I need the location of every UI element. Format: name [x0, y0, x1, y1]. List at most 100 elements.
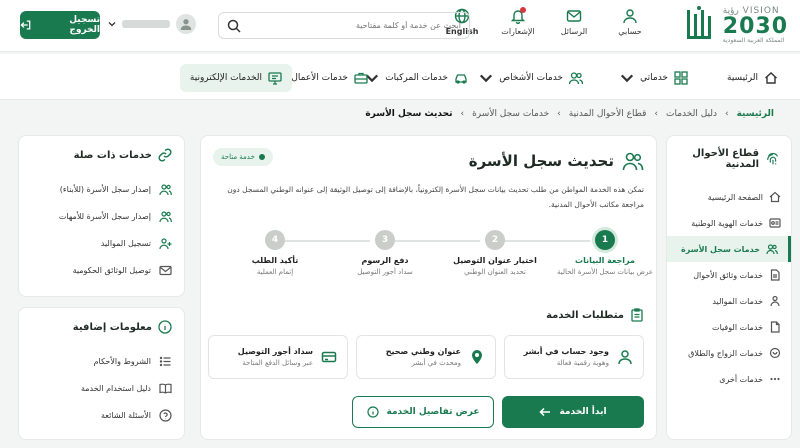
absher-logo[interactable]: VISION رؤية 2030 المملكة العربية السعودي… — [685, 6, 788, 44]
people-icon — [159, 211, 172, 223]
person-icon — [623, 9, 637, 24]
mail-icon — [159, 265, 172, 276]
service-description: تمكن هذه الخدمة المواطن من طلب تحديث بيا… — [227, 185, 644, 209]
sidebar-item-family-record[interactable]: خدمات سجل الأسرة — [667, 236, 791, 262]
info-item-terms[interactable]: الشروط والأحكام — [19, 348, 184, 375]
grid-icon — [674, 71, 688, 85]
fingerprint-icon — [767, 152, 778, 165]
info-icon — [366, 406, 379, 418]
link-icon — [158, 148, 172, 162]
chevron-down-icon — [621, 74, 634, 83]
breadcrumb-services-guide[interactable]: دليل الخدمات — [666, 109, 717, 119]
user-menu[interactable] — [108, 14, 196, 34]
step-review-data[interactable]: 1 مراجعة البيانات عرض بيانات سجل الأسرة … — [550, 230, 660, 276]
sidebar-item-marriage[interactable]: خدمات الزواج والطلاق — [667, 340, 791, 366]
step-pay-fees[interactable]: 3 دفع الرسوم سداد أجور التوصيل — [330, 230, 440, 276]
messages-button[interactable]: الرسائل — [554, 8, 594, 36]
requirement-absher-account: وجود حساب في أبشر وهوية رقمية فعالة — [504, 335, 644, 379]
chevron-down-icon — [480, 74, 493, 83]
related-item-children-record[interactable]: إصدار سجل الأسرة (للأبناء) — [19, 176, 184, 203]
requirement-delivery-fee: سداد أجور التوصيل عبر وسائل الدفع المتاح… — [208, 335, 348, 379]
user-avatar-icon — [180, 19, 192, 30]
chevron-left-icon: › — [654, 109, 659, 119]
additional-info-card: معلومات إضافية الشروط والأحكام دليل استخ… — [18, 307, 185, 440]
chevron-left-icon: › — [724, 109, 729, 119]
status-badge: خدمة متاحة — [213, 148, 273, 166]
info-item-faq[interactable]: الأسئلة الشائعة — [19, 402, 184, 429]
absher-mark-icon — [686, 6, 711, 39]
sidebar-item-other[interactable]: خدمات أخرى — [667, 366, 791, 392]
info-icon — [158, 320, 172, 334]
arrow-left-icon — [539, 407, 551, 417]
chevron-left-icon: › — [460, 109, 465, 119]
location-pin-icon — [472, 350, 482, 364]
step-confirm[interactable]: 4 تأكيد الطلب إتمام العملية — [220, 230, 330, 276]
person-icon — [618, 350, 632, 365]
requirement-national-address: عنوان وطني صحيح ومحدث في أبشر — [356, 335, 496, 379]
page-title: تحديث سجل الأسرة — [469, 150, 644, 172]
related-item-document-delivery[interactable]: توصيل الوثائق الحكومية — [19, 257, 184, 284]
view-details-button[interactable]: عرض تفاصيل الخدمة — [352, 396, 494, 428]
notification-dot — [520, 7, 526, 13]
sidebar-item-documents[interactable]: خدمات وثائق الأحوال — [667, 262, 791, 288]
breadcrumb: الرئيسية › دليل الخدمات › قطاع الأحوال ا… — [365, 109, 774, 119]
nav-vehicle-services[interactable]: خدمات المركبات — [365, 64, 468, 92]
related-item-mothers-record[interactable]: إصدار سجل الأسرة للأمهات — [19, 203, 184, 230]
search-icon[interactable] — [227, 19, 241, 33]
file-icon — [770, 321, 780, 333]
family-icon — [770, 295, 780, 307]
car-icon — [455, 74, 467, 84]
top-nav: حسابي الرسائل الإشعارات English — [442, 7, 650, 36]
sidebar-item-births[interactable]: خدمات المواليد — [667, 288, 791, 314]
logout-icon — [20, 20, 31, 30]
clipboard-icon — [631, 308, 643, 322]
chevron-left-icon: › — [557, 109, 561, 119]
mail-icon — [566, 10, 582, 22]
document-icon — [770, 269, 780, 281]
search-box[interactable] — [218, 12, 470, 39]
logo-caption: المملكة العربية السعودية — [722, 36, 785, 44]
related-services-card: خدمات ذات صلة إصدار سجل الأسرة (للأبناء)… — [18, 135, 185, 297]
top-bar: VISION رؤية 2030 المملكة العربية السعودي… — [0, 0, 800, 52]
breadcrumb-civil-affairs[interactable]: قطاع الأحوال المدنية — [569, 109, 647, 119]
logout-button[interactable]: تسجيل الخروج — [20, 11, 100, 39]
start-service-button[interactable]: ابدأ الخدمة — [502, 396, 644, 428]
requirements-heading: متطلبات الخدمة — [546, 308, 644, 322]
avatar — [176, 14, 196, 34]
my-account-button[interactable]: حسابي — [610, 8, 650, 36]
notifications-button[interactable]: الإشعارات — [498, 7, 538, 36]
status-dot — [258, 154, 265, 160]
add-person-icon — [159, 238, 172, 250]
breadcrumb-family-record[interactable]: خدمات سجل الأسرة — [472, 109, 549, 119]
related-item-birth-registration[interactable]: تسجيل المواليد — [19, 230, 184, 257]
nav-business-services[interactable]: خدمات الأعمال — [291, 64, 368, 92]
briefcase-icon — [354, 72, 368, 84]
logo-year-text: 2030 — [722, 13, 788, 39]
nav-my-services[interactable]: خدماتي — [620, 64, 688, 92]
nav-individual-services[interactable]: خدمات الأشخاص — [479, 64, 583, 92]
nav-e-services[interactable]: الخدمات الإلكترونية — [179, 64, 292, 92]
list-icon — [159, 356, 171, 367]
info-item-user-guide[interactable]: دليل استخدام الخدمة — [19, 375, 184, 402]
people-icon — [766, 244, 778, 255]
home-icon — [765, 72, 777, 84]
book-icon — [159, 383, 172, 394]
home-icon — [769, 191, 781, 203]
service-card: خدمة متاحة تحديث سجل الأسرة تمكن هذه الخ… — [200, 135, 657, 440]
service-stepper: 1 مراجعة البيانات عرض بيانات سجل الأسرة … — [199, 230, 656, 290]
search-input[interactable] — [247, 21, 461, 30]
related-services-title: خدمات ذات صلة — [73, 149, 152, 161]
nav-home[interactable]: الرئيسية — [727, 64, 778, 92]
additional-info-title: معلومات إضافية — [72, 321, 152, 333]
sidebar-item-deaths[interactable]: خدمات الوفيات — [667, 314, 791, 340]
payment-card-icon — [321, 351, 337, 363]
people-icon — [159, 184, 172, 196]
question-icon — [159, 409, 172, 422]
step-delivery-address[interactable]: 2 اختيار عنوان التوصيل تحديد العنوان الو… — [440, 230, 550, 276]
sidebar-item-home[interactable]: الصفحة الرئيسية — [667, 184, 791, 210]
monitor-icon — [268, 72, 282, 85]
more-icon — [770, 377, 780, 381]
sidebar-item-national-id[interactable]: خدمات الهوية الوطنية — [667, 210, 791, 236]
breadcrumb-home[interactable]: الرئيسية — [737, 109, 774, 119]
sector-sidebar: قطاع الأحوال المدنية الصفحة الرئيسية خدم… — [666, 135, 792, 440]
